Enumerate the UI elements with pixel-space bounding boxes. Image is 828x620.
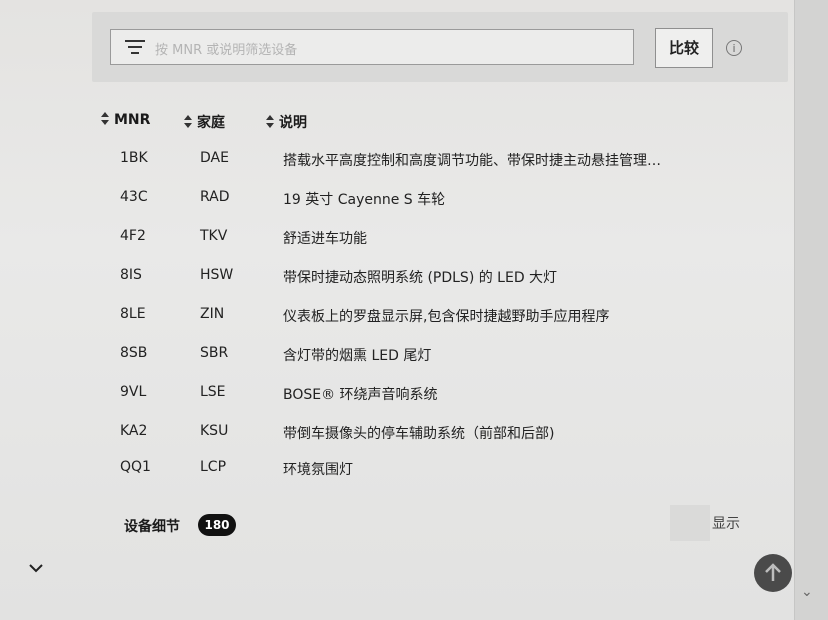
table-row[interactable]: KA2 KSU 带倒车摄像头的停车辅助系统（前部和后部)	[0, 423, 794, 461]
cell-mnr: 8SB	[120, 345, 148, 361]
search-input[interactable]: 按 MNR 或说明筛选设备	[110, 29, 634, 65]
column-header-family[interactable]: 家庭	[183, 112, 225, 132]
cell-description: 含灯带的烟熏 LED 尾灯	[283, 348, 432, 364]
cell-family: ZIN	[200, 306, 225, 322]
cell-description: 带倒车摄像头的停车辅助系统（前部和后部)	[283, 426, 555, 442]
cell-description: 环境氛围灯	[283, 462, 353, 478]
cell-description: 搭载水平高度控制和高度调节功能、带保时捷主动悬挂管理…	[283, 153, 661, 169]
column-header-family-label: 家庭	[197, 115, 225, 131]
column-header-description-label: 说明	[279, 115, 307, 131]
cell-mnr: 43C	[120, 189, 148, 205]
cell-family: TKV	[200, 228, 228, 244]
cell-description: 舒适进车功能	[283, 231, 367, 247]
show-link[interactable]: 显示	[712, 513, 740, 533]
cell-family: LCP	[200, 459, 227, 475]
column-header-mnr-label: MNR	[114, 112, 151, 128]
cell-family: SBR	[200, 345, 229, 361]
cell-mnr: 4F2	[120, 228, 146, 244]
cell-description: 仪表板上的罗盘显示屏,包含保时捷越野助手应用程序	[283, 309, 610, 325]
info-icon[interactable]: i	[726, 40, 742, 56]
cell-family: HSW	[200, 267, 234, 283]
column-header-description[interactable]: 说明	[265, 112, 307, 132]
table-row[interactable]: 9VL LSE BOSE® 环绕声音响系统	[0, 384, 794, 422]
scroll-to-top-button[interactable]	[754, 554, 792, 592]
details-count-badge: 180	[198, 514, 236, 536]
chevron-down-icon[interactable]	[28, 560, 44, 576]
cell-family: DAE	[200, 150, 229, 166]
side-window-strip: ⌄	[794, 0, 828, 620]
search-placeholder: 按 MNR 或说明筛选设备	[155, 43, 298, 58]
table-row[interactable]: 8LE ZIN 仪表板上的罗盘显示屏,包含保时捷越野助手应用程序	[0, 306, 794, 344]
table-row[interactable]: 4F2 TKV 舒适进车功能	[0, 228, 794, 266]
cell-description: 带保时捷动态照明系统 (PDLS) 的 LED 大灯	[283, 270, 558, 286]
cell-description: 19 英寸 Cayenne S 车轮	[283, 192, 446, 208]
cell-mnr: KA2	[120, 423, 148, 439]
cell-mnr: 8IS	[120, 267, 142, 283]
sort-icon[interactable]	[265, 115, 275, 129]
cell-family: LSE	[200, 384, 226, 400]
equipment-details-label: 设备细节	[124, 519, 180, 535]
table-row[interactable]: 1BK DAE 搭载水平高度控制和高度调节功能、带保时捷主动悬挂管理…	[0, 150, 794, 188]
cell-mnr: 8LE	[120, 306, 146, 322]
compare-button[interactable]: 比较	[655, 28, 713, 68]
cell-family: RAD	[200, 189, 230, 205]
table-row[interactable]: 43C RAD 19 英寸 Cayenne S 车轮	[0, 189, 794, 227]
cell-description: BOSE® 环绕声音响系统	[283, 387, 438, 403]
cell-mnr: QQ1	[120, 459, 151, 475]
table-row[interactable]: QQ1 LCP 环境氛围灯	[0, 459, 794, 497]
table-row[interactable]: 8IS HSW 带保时捷动态照明系统 (PDLS) 的 LED 大灯	[0, 267, 794, 305]
show-toggle-area[interactable]	[670, 505, 710, 541]
table-row[interactable]: 8SB SBR 含灯带的烟熏 LED 尾灯	[0, 345, 794, 383]
scroll-down-icon[interactable]: ⌄	[801, 584, 813, 600]
sort-icon[interactable]	[100, 112, 110, 126]
sort-icon[interactable]	[183, 115, 193, 129]
column-header-mnr[interactable]: MNR	[100, 112, 150, 128]
cell-family: KSU	[200, 423, 229, 439]
screen: ⌄ 按 MNR 或说明筛选设备 比较 i MNR 家庭 说明 1BK DAE 搭…	[0, 0, 828, 620]
cell-mnr: 1BK	[120, 150, 148, 166]
arrow-up-icon	[765, 563, 781, 581]
cell-mnr: 9VL	[120, 384, 147, 400]
filter-icon[interactable]	[125, 39, 145, 55]
